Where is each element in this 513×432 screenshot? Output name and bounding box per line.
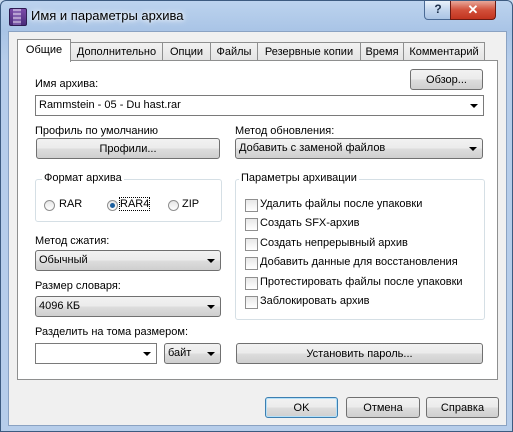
tab-files[interactable]: Файлы xyxy=(210,42,258,61)
chevron-down-icon[interactable] xyxy=(470,104,478,108)
radio-zip[interactable] xyxy=(168,200,179,211)
split-size-input[interactable] xyxy=(35,343,157,364)
ok-button[interactable]: OK xyxy=(265,397,338,418)
checkbox-solid-archive[interactable] xyxy=(245,238,258,251)
checkbox-recovery-record[interactable] xyxy=(245,257,258,270)
tab-general[interactable]: Общие xyxy=(17,39,71,62)
tab-advanced[interactable]: Дополнительно xyxy=(70,42,163,61)
checkbox-recovery-record-label[interactable]: Добавить данные для восстановления xyxy=(260,256,458,268)
radio-zip-label[interactable]: ZIP xyxy=(182,198,199,210)
dictionary-size-label: Размер словаря: xyxy=(35,280,121,292)
checkbox-lock-archive-label[interactable]: Заблокировать архив xyxy=(260,295,369,307)
checkbox-test-files-label[interactable]: Протестировать файлы после упаковки xyxy=(260,276,463,288)
winrar-icon xyxy=(9,8,27,26)
general-panel: Имя архива: Обзор... Rammstein - 05 - Du… xyxy=(17,60,498,380)
chevron-down-icon xyxy=(207,305,215,309)
split-unit-value: байт xyxy=(168,347,192,359)
compression-method-value: Обычный xyxy=(39,254,88,266)
update-method-label: Метод обновления: xyxy=(235,125,335,137)
update-method-select[interactable]: Добавить с заменой файлов xyxy=(235,138,483,159)
browse-button[interactable]: Обзор... xyxy=(410,69,483,90)
tab-time[interactable]: Время xyxy=(360,42,404,61)
archive-format-title: Формат архива xyxy=(42,172,124,184)
split-unit-select[interactable]: байт xyxy=(164,343,221,364)
default-profile-label: Профиль по умолчанию xyxy=(35,125,158,137)
archive-name-value: Rammstein - 05 - Du hast.rar xyxy=(39,99,181,111)
radio-rar4[interactable] xyxy=(107,200,118,211)
close-button[interactable]: ✕ xyxy=(450,1,496,20)
chevron-down-icon[interactable] xyxy=(143,352,151,356)
dictionary-size-select[interactable]: 4096 КБ xyxy=(35,296,221,317)
archiving-options-title: Параметры архивации xyxy=(239,172,359,184)
checkbox-create-sfx-label[interactable]: Создать SFX-архив xyxy=(260,217,360,229)
profiles-button[interactable]: Профили... xyxy=(36,138,220,159)
checkbox-create-sfx[interactable] xyxy=(245,218,258,231)
radio-rar-label[interactable]: RAR xyxy=(59,198,82,210)
archive-name-label: Имя архива: xyxy=(35,78,99,90)
radio-rar4-label[interactable]: RAR4 xyxy=(118,197,151,211)
split-volumes-label: Разделить на тома размером: xyxy=(35,326,189,338)
cancel-button[interactable]: Отмена xyxy=(346,397,420,418)
help-title-button[interactable]: ? xyxy=(424,1,452,20)
tab-options[interactable]: Опции xyxy=(162,42,211,61)
dictionary-size-value: 4096 КБ xyxy=(39,300,81,312)
archive-dialog: Имя и параметры архива ? ✕ Общие Дополни… xyxy=(0,0,513,432)
chevron-down-icon xyxy=(207,259,215,263)
checkbox-delete-files[interactable] xyxy=(245,199,258,212)
set-password-button[interactable]: Установить пароль... xyxy=(236,343,483,364)
archive-name-combo[interactable]: Rammstein - 05 - Du hast.rar xyxy=(35,95,484,116)
checkbox-lock-archive[interactable] xyxy=(245,296,258,309)
help-button[interactable]: Справка xyxy=(426,397,499,418)
tab-comment[interactable]: Комментарий xyxy=(403,42,485,61)
chevron-down-icon xyxy=(469,147,477,151)
checkbox-test-files[interactable] xyxy=(245,277,258,290)
checkbox-delete-files-label[interactable]: Удалить файлы после упаковки xyxy=(260,198,422,210)
radio-rar[interactable] xyxy=(44,200,55,211)
checkbox-solid-archive-label[interactable]: Создать непрерывный архив xyxy=(260,237,408,249)
dialog-client: Общие Дополнительно Опции Файлы Резервны… xyxy=(8,31,507,426)
title-bar[interactable]: Имя и параметры архива ? ✕ xyxy=(1,1,512,31)
tab-backup[interactable]: Резервные копии xyxy=(257,42,361,61)
chevron-down-icon xyxy=(207,352,215,356)
window-title: Имя и параметры архива xyxy=(31,8,184,23)
compression-method-select[interactable]: Обычный xyxy=(35,250,221,271)
update-method-value: Добавить с заменой файлов xyxy=(239,142,386,154)
compression-method-label: Метод сжатия: xyxy=(35,235,110,247)
